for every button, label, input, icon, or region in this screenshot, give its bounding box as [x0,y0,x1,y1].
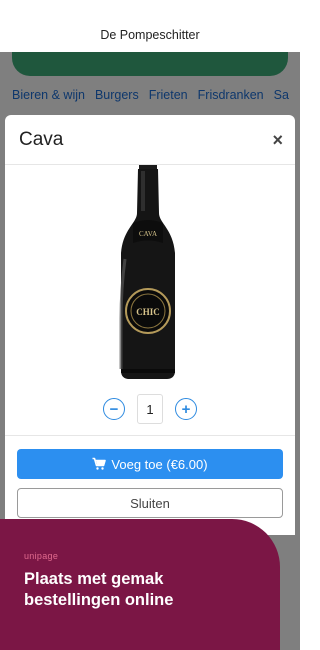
modal-header: Cava × [5,115,295,165]
svg-text:CAVA: CAVA [139,230,157,238]
quantity-stepper: − + [5,394,295,424]
svg-text:CHIC: CHIC [136,307,160,317]
product-modal: Cava × CAVA CHIC − + Voeg to [5,115,295,535]
decrement-button[interactable]: − [103,398,125,420]
add-to-cart-label: Voeg toe (€6.00) [111,456,208,472]
unipage-logo: unipage [24,551,59,561]
add-to-cart-button[interactable]: Voeg toe (€6.00) [17,449,283,479]
promo-text: Plaats met gemak bestellingen online [24,570,174,609]
cava-bottle-image: CAVA CHIC [119,165,175,379]
modal-title: Cava [19,128,64,150]
cart-icon [92,457,107,470]
modal-footer: Voeg toe (€6.00) Sluiten [5,435,295,518]
increment-button[interactable]: + [175,398,197,420]
quantity-input[interactable] [137,394,163,424]
close-icon[interactable]: × [272,131,283,149]
close-button[interactable]: Sluiten [17,488,283,518]
promo-banner[interactable]: unipage Plaats met gemak bestellingen on… [0,519,280,650]
restaurant-title: De Pompeschitter [100,28,200,42]
top-bar: De Pompeschitter [0,0,300,52]
